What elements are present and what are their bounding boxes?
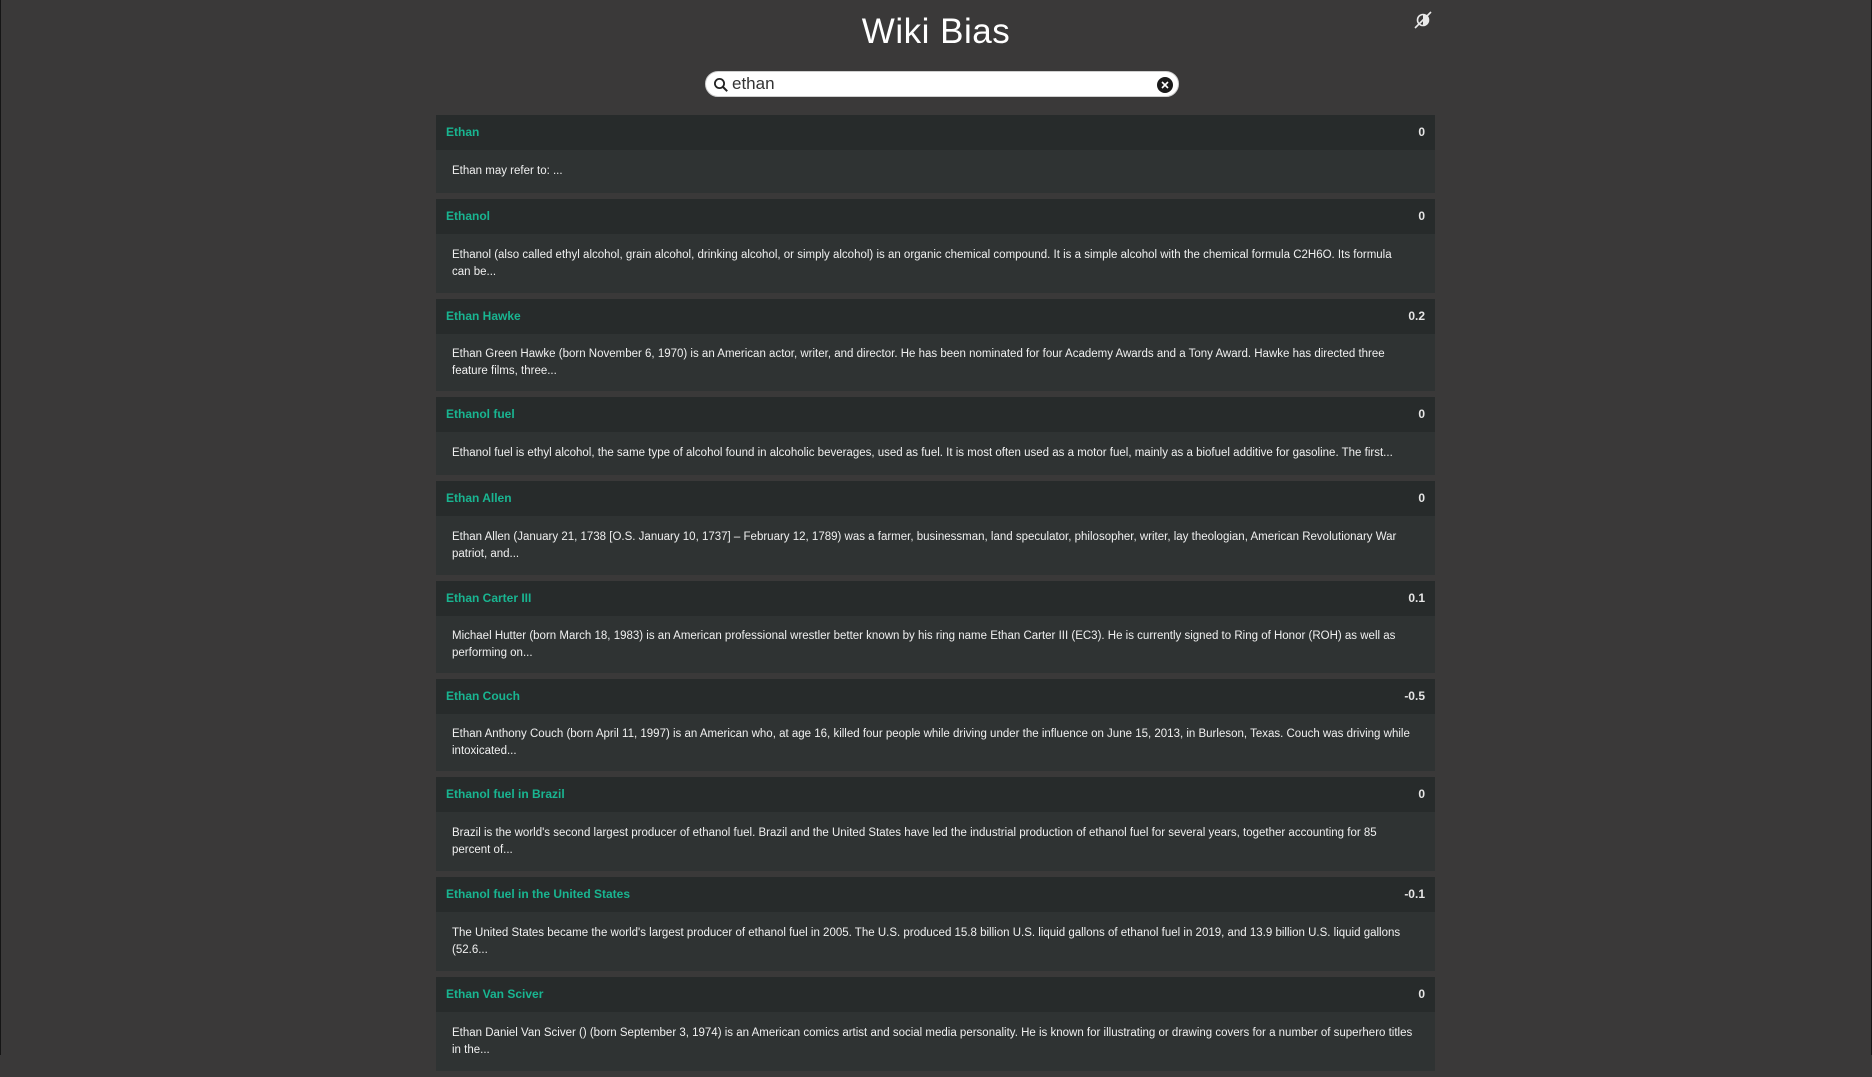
result-card: Ethanol fuel in Brazil 0 Brazil is the w… bbox=[436, 777, 1435, 871]
result-summary: Michael Hutter (born March 18, 1983) is … bbox=[436, 616, 1435, 673]
result-title-link[interactable]: Ethanol bbox=[446, 209, 490, 223]
result-summary: Ethan Green Hawke (born November 6, 1970… bbox=[436, 334, 1435, 391]
result-title-link[interactable]: Ethan Hawke bbox=[446, 309, 521, 323]
result-header: Ethan 0 bbox=[436, 115, 1435, 150]
result-header: Ethanol 0 bbox=[436, 199, 1435, 234]
search-bar bbox=[705, 71, 1179, 97]
result-card: Ethan Carter III 0.1 Michael Hutter (bor… bbox=[436, 581, 1435, 673]
result-summary: Ethan may refer to: ... bbox=[436, 150, 1435, 193]
result-header: Ethan Carter III 0.1 bbox=[436, 581, 1435, 616]
result-header: Ethanol fuel in Brazil 0 bbox=[436, 777, 1435, 812]
result-summary: Ethanol (also called ethyl alcohol, grai… bbox=[436, 234, 1435, 293]
bias-score: 0.1 bbox=[1408, 591, 1425, 605]
result-title-link[interactable]: Ethan Carter III bbox=[446, 591, 531, 605]
result-summary: Ethan Anthony Couch (born April 11, 1997… bbox=[436, 714, 1435, 771]
clear-icon[interactable] bbox=[1157, 77, 1173, 93]
bias-score: -0.5 bbox=[1404, 689, 1425, 703]
result-summary: Brazil is the world's second largest pro… bbox=[436, 812, 1435, 871]
search-icon bbox=[713, 77, 729, 93]
result-title-link[interactable]: Ethan Allen bbox=[446, 491, 512, 505]
result-card: Ethanol fuel 0 Ethanol fuel is ethyl alc… bbox=[436, 397, 1435, 475]
window-edge-left bbox=[0, 0, 1, 1055]
bias-score: 0 bbox=[1418, 125, 1425, 139]
bias-score: 0 bbox=[1418, 787, 1425, 801]
result-title-link[interactable]: Ethan Couch bbox=[446, 689, 520, 703]
result-card: Ethan Couch -0.5 Ethan Anthony Couch (bo… bbox=[436, 679, 1435, 771]
result-summary: Ethan Allen (January 21, 1738 [O.S. Janu… bbox=[436, 516, 1435, 575]
bias-score: 0 bbox=[1418, 987, 1425, 1001]
result-header: Ethan Couch -0.5 bbox=[436, 679, 1435, 714]
result-summary: The United States became the world's lar… bbox=[436, 912, 1435, 971]
bias-score: -0.1 bbox=[1404, 887, 1425, 901]
result-title-link[interactable]: Ethanol fuel bbox=[446, 407, 515, 421]
page-title: Wiki Bias bbox=[861, 12, 1011, 51]
result-summary: Ethanol fuel is ethyl alcohol, the same … bbox=[436, 432, 1435, 475]
search-input[interactable] bbox=[732, 73, 1142, 95]
bias-score: 0 bbox=[1418, 407, 1425, 421]
result-card: Ethan Allen 0 Ethan Allen (January 21, 1… bbox=[436, 481, 1435, 575]
results-list: Ethan 0 Ethan may refer to: ... Ethanol … bbox=[436, 115, 1435, 1077]
result-card: Ethan Hawke 0.2 Ethan Green Hawke (born … bbox=[436, 299, 1435, 391]
result-header: Ethanol fuel 0 bbox=[436, 397, 1435, 432]
theme-toggle-icon[interactable] bbox=[1412, 9, 1434, 31]
bias-score: 0 bbox=[1418, 491, 1425, 505]
result-title-link[interactable]: Ethan Van Sciver bbox=[446, 987, 543, 1001]
result-title-link[interactable]: Ethanol fuel in Brazil bbox=[446, 787, 565, 801]
bias-score: 0.2 bbox=[1408, 309, 1425, 323]
bias-score: 0 bbox=[1418, 209, 1425, 223]
result-header: Ethan Hawke 0.2 bbox=[436, 299, 1435, 334]
result-card: Ethanol fuel in the United States -0.1 T… bbox=[436, 877, 1435, 971]
result-header: Ethan Allen 0 bbox=[436, 481, 1435, 516]
result-card: Ethan 0 Ethan may refer to: ... bbox=[436, 115, 1435, 193]
result-header: Ethanol fuel in the United States -0.1 bbox=[436, 877, 1435, 912]
result-header: Ethan Van Sciver 0 bbox=[436, 977, 1435, 1012]
result-summary: Ethan Daniel Van Sciver () (born Septemb… bbox=[436, 1012, 1435, 1071]
result-title-link[interactable]: Ethanol fuel in the United States bbox=[446, 887, 630, 901]
result-card: Ethanol 0 Ethanol (also called ethyl alc… bbox=[436, 199, 1435, 293]
result-card: Ethan Van Sciver 0 Ethan Daniel Van Sciv… bbox=[436, 977, 1435, 1071]
result-title-link[interactable]: Ethan bbox=[446, 125, 479, 139]
